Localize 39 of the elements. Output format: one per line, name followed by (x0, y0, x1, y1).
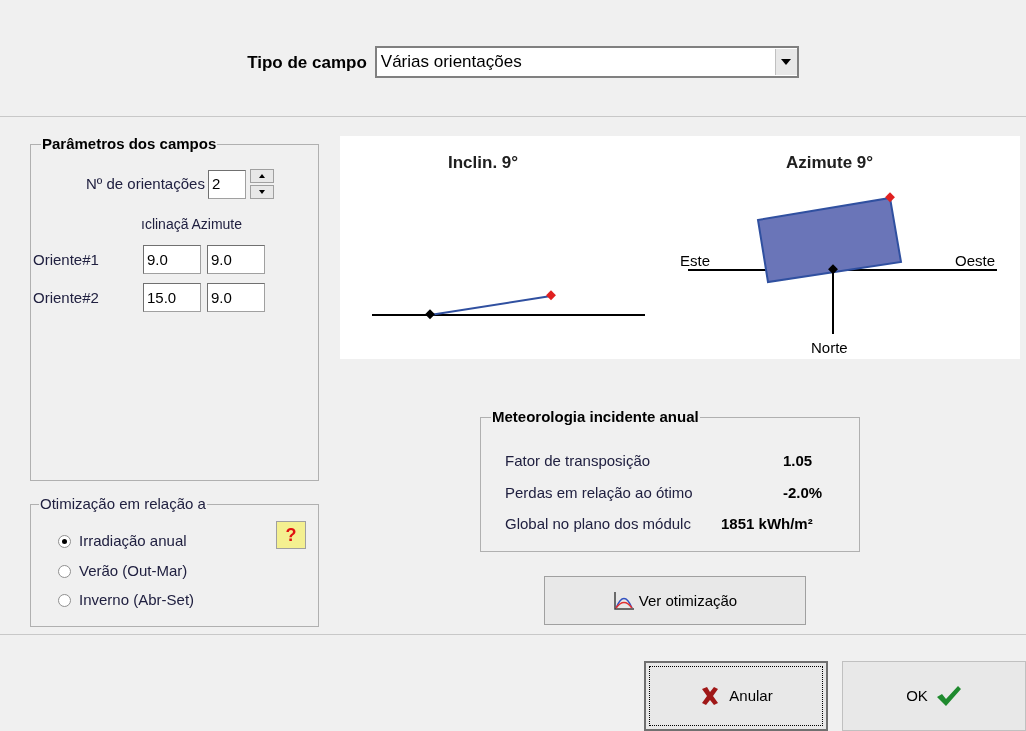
group-title: Otimização em relação a (39, 495, 207, 514)
orientation-value-field[interactable]: 9.0 (207, 245, 265, 275)
column-header: Azimute (191, 215, 243, 235)
field-type-dropdown[interactable]: Várias orientações (374, 46, 799, 78)
checkmark-icon (935, 685, 962, 707)
azimuth-title: Azimute 9° (786, 152, 874, 175)
radio-option[interactable]: Irradiação anual (58, 530, 187, 553)
tilt-title: Inclin. 9° (448, 152, 519, 175)
orientation-label: Oriente#2 (32, 287, 100, 308)
radio-button[interactable] (58, 535, 71, 549)
orientation-value-field[interactable]: 9.0 (207, 283, 265, 313)
orientation-count-label: Nº de orientações (86, 174, 205, 195)
meteo-label: Perdas em relação ao ótimo (505, 482, 694, 503)
group-title: Parâmetros dos campos (41, 135, 218, 154)
radio-option[interactable]: Verão (Out-Mar) (58, 559, 188, 583)
radio-button[interactable] (58, 564, 71, 578)
meteo-value: -2.0% (783, 482, 823, 503)
orientation-count-field[interactable]: 2 (207, 169, 246, 199)
cancel-button[interactable]: Anular (644, 661, 828, 731)
meteo-value: 1851 kWh/m² (721, 514, 813, 535)
spin-buttons[interactable] (249, 169, 274, 200)
west-label: Oeste (955, 251, 996, 272)
chart-icon (612, 590, 635, 611)
column-header: ıclinaçã (141, 215, 189, 235)
meteo-label: Fator de transposição (505, 451, 652, 472)
help-button[interactable]: ? (276, 521, 306, 550)
orientation-value-field[interactable]: 9.0 (143, 245, 201, 275)
orientation-value-field[interactable]: 15.0 (143, 283, 201, 313)
meteo-value: 1.05 (783, 451, 813, 472)
orientation-label: Oriente#1 (32, 249, 100, 270)
group-title: Meteorologia incidente anual (491, 408, 700, 427)
field-type-label: Tipo de campo (247, 52, 367, 74)
ok-button[interactable]: OK (842, 661, 1026, 731)
meteo-label: Global no plano dos módulc (505, 514, 692, 535)
east-label: Este (680, 251, 710, 272)
radio-option[interactable]: Inverno (Abr-Set) (58, 589, 195, 612)
radio-button[interactable] (58, 594, 71, 608)
view-optimization-button[interactable]: Ver otimização (544, 576, 806, 626)
north-label: Norte (811, 338, 848, 359)
